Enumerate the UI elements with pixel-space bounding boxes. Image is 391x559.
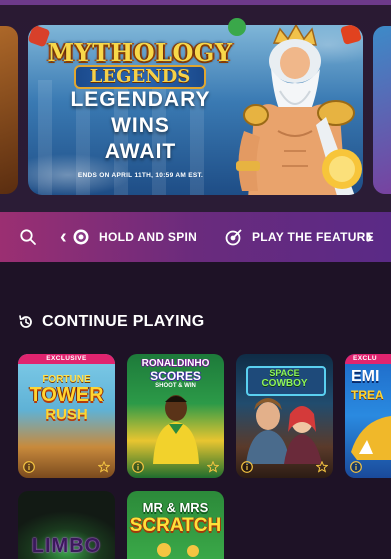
game-tile-space-cowboy[interactable]: SPACE COWBOY: [236, 354, 333, 478]
top-divider: [0, 0, 391, 5]
game-title-line-1: LIMBO: [31, 535, 102, 557]
info-icon[interactable]: [350, 461, 362, 473]
info-icon[interactable]: [132, 461, 144, 473]
favorite-star-icon[interactable]: [98, 461, 110, 473]
game-title-line-3: SHOOT & WIN: [155, 383, 196, 389]
coin-icon: [73, 229, 89, 245]
game-title-line-1: SPACE: [269, 368, 300, 378]
chevron-left-icon[interactable]: ‹: [60, 226, 67, 248]
game-title-line-1: MR & MRS: [142, 500, 209, 515]
characters-image: [246, 398, 322, 464]
section-header: CONTINUE PLAYING: [18, 312, 204, 332]
chevron-right-icon[interactable]: ›: [366, 226, 373, 248]
exclusive-badge: EXCLUSIVE: [18, 354, 115, 364]
game-title-line-2: SCORES: [150, 369, 201, 383]
game-title-line-2: SCRATCH: [129, 515, 222, 536]
coin-image: [157, 543, 171, 557]
coin-image: [187, 545, 199, 557]
history-icon: [19, 315, 32, 328]
game-tile-ronaldinho-scores[interactable]: RONALDINHO SCORES SHOOT & WIN: [127, 354, 224, 478]
game-tile-fortune-tower-rush[interactable]: EXCLUSIVE FORTUNE TOWER RUSH: [18, 354, 115, 478]
info-icon[interactable]: [241, 461, 253, 473]
game-title-line-1: EMI: [351, 368, 380, 385]
logo-line-2: LEGENDS: [73, 65, 207, 89]
zeus-character-image: [236, 25, 362, 195]
category-label: PLAY THE FEATURE: [252, 230, 374, 244]
promo-banner[interactable]: MYTHOLOGY LEGENDS LEGENDARY WINS AWAIT E…: [28, 25, 363, 195]
favorite-star-icon[interactable]: [316, 461, 328, 473]
headline-line-1: LEGENDARY: [70, 88, 211, 111]
game-tile-limbo[interactable]: LIMBO: [18, 491, 115, 559]
fish-image: [351, 416, 391, 460]
favorite-star-icon[interactable]: [207, 461, 219, 473]
promo-headline: LEGENDARY WINS AWAIT: [38, 87, 243, 165]
game-title-line-3: RUSH: [45, 406, 88, 423]
green-gem-icon: [228, 18, 246, 36]
category-strip: ‹ HOLD AND SPIN PLAY THE FEATURE ›: [0, 212, 391, 262]
game-title-line-1: RONALDINHO: [141, 358, 210, 369]
info-icon[interactable]: [23, 461, 35, 473]
section-title: CONTINUE PLAYING: [42, 313, 205, 330]
game-tile-emi-trea[interactable]: EXCLU EMI TREA: [345, 354, 391, 478]
game-title-line-2: TOWER: [29, 384, 104, 406]
game-title-line-2: COWBOY: [261, 378, 308, 389]
player-image: [153, 395, 199, 464]
target-icon: [225, 229, 242, 246]
category-hold-and-spin[interactable]: HOLD AND SPIN: [72, 227, 197, 247]
prev-promo-card[interactable]: [0, 26, 18, 194]
exclusive-badge: EXCLU: [345, 354, 391, 364]
hero-carousel[interactable]: MYTHOLOGY LEGENDS LEGENDARY WINS AWAIT E…: [0, 0, 391, 212]
search-icon[interactable]: [19, 228, 37, 246]
category-play-the-feature[interactable]: PLAY THE FEATURE: [225, 227, 374, 247]
promo-end-date: ENDS ON APRIL 11TH, 10:59 AM EST.: [77, 172, 204, 179]
category-label: HOLD AND SPIN: [99, 230, 198, 244]
logo-line-1: MYTHOLOGY: [47, 38, 233, 67]
next-promo-card[interactable]: [373, 26, 391, 194]
headline-line-3: AWAIT: [104, 140, 177, 163]
game-title-line-2: TREA: [351, 388, 384, 402]
game-tile-mr-mrs-scratch[interactable]: MR & MRS SCRATCH: [127, 491, 224, 559]
headline-line-2: WINS: [111, 114, 170, 137]
